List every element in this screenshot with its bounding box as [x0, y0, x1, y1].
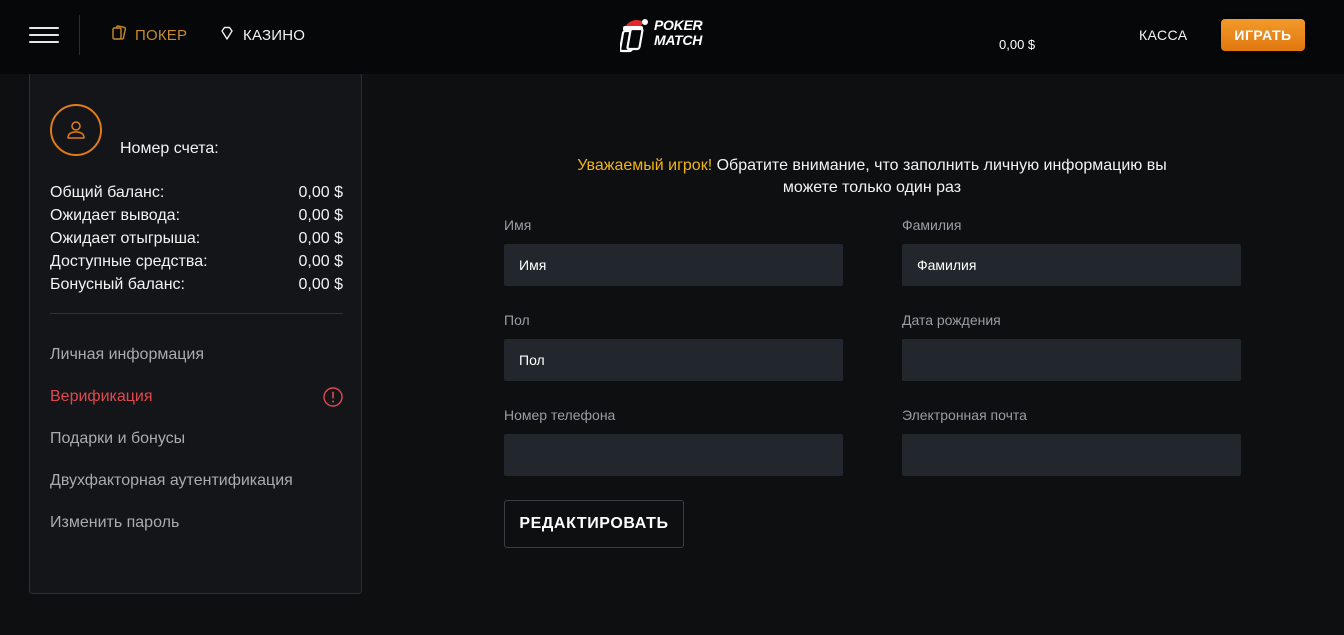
- gender-label: Пол: [504, 312, 530, 328]
- pokermatch-logo[interactable]: POKER MATCH: [620, 16, 716, 54]
- notice-message: Уважаемый игрок! Обратите внимание, что …: [560, 155, 1184, 199]
- nav-poker-label: ПОКЕР: [135, 26, 188, 44]
- last-name-field[interactable]: Фамилия: [902, 244, 1241, 286]
- sidebar-divider: [50, 313, 343, 314]
- user-icon: [67, 121, 85, 139]
- account-number-label: Номер счета:: [120, 140, 219, 157]
- sidebar-item-gifts-bonuses[interactable]: Подарки и бонусы: [50, 430, 185, 448]
- birth-date-label: Дата рождения: [902, 312, 1001, 328]
- nav-casino-label: КАЗИНО: [243, 26, 306, 44]
- alert-icon: [323, 387, 343, 407]
- first-name-label: Имя: [504, 217, 532, 233]
- balance-row-pending-withdrawal: Ожидает вывода: 0,00 $: [50, 207, 343, 224]
- gender-field[interactable]: Пол: [504, 339, 843, 381]
- sidebar-item-personal-info[interactable]: Личная информация: [50, 346, 204, 364]
- phone-label: Номер телефона: [504, 407, 616, 423]
- notice-highlight: Уважаемый игрок!: [577, 157, 713, 174]
- cards-icon: [111, 25, 127, 45]
- birth-date-field[interactable]: [902, 339, 1241, 381]
- avatar: [50, 104, 102, 156]
- balance-row-wagering: Ожидает отыгрыша: 0,00 $: [50, 230, 343, 247]
- sidebar-item-verification[interactable]: Верификация: [50, 388, 153, 406]
- header-divider: [79, 15, 80, 55]
- email-field[interactable]: [902, 434, 1241, 476]
- edit-button[interactable]: РЕДАКТИРОВАТЬ: [504, 500, 684, 548]
- phone-field[interactable]: [504, 434, 843, 476]
- email-label: Электронная почта: [902, 407, 1027, 423]
- notice-text: Обратите внимание, что заполнить личную …: [712, 157, 1167, 196]
- nav-casino[interactable]: КАЗИНО: [219, 25, 305, 45]
- sidebar-item-two-factor[interactable]: Двухфакторная аутентификация: [50, 472, 293, 490]
- balance-list: Общий баланс: 0,00 $ Ожидает вывода: 0,00 …: [50, 181, 343, 296]
- nav-poker[interactable]: ПОКЕР: [111, 25, 187, 45]
- sidebar-item-change-password[interactable]: Изменить пароль: [50, 514, 179, 532]
- balance-row-bonus: Бонусный баланс: 0,00 $: [50, 276, 343, 293]
- logo-mark-icon: [620, 19, 648, 53]
- balance-row-total: Общий баланс: 0,00 $: [50, 184, 343, 201]
- first-name-field[interactable]: Имя: [504, 244, 843, 286]
- last-name-label: Фамилия: [902, 217, 962, 233]
- top-header: ПОКЕР КАЗИНО POKER MATCH 0,00 $ КАССА ИГ…: [0, 0, 1344, 74]
- play-button[interactable]: ИГРАТЬ: [1221, 19, 1305, 51]
- header-balance: 0,00 $: [999, 37, 1036, 52]
- balance-row-available: Доступные средства: 0,00 $: [50, 253, 343, 270]
- account-sidebar: Номер счета: Общий баланс: 0,00 $ Ожидает…: [29, 74, 362, 594]
- diamond-icon: [219, 25, 235, 45]
- logo-text: POKER MATCH: [654, 17, 703, 48]
- cashier-link[interactable]: КАССА: [1139, 27, 1187, 43]
- menu-icon[interactable]: [29, 26, 59, 44]
